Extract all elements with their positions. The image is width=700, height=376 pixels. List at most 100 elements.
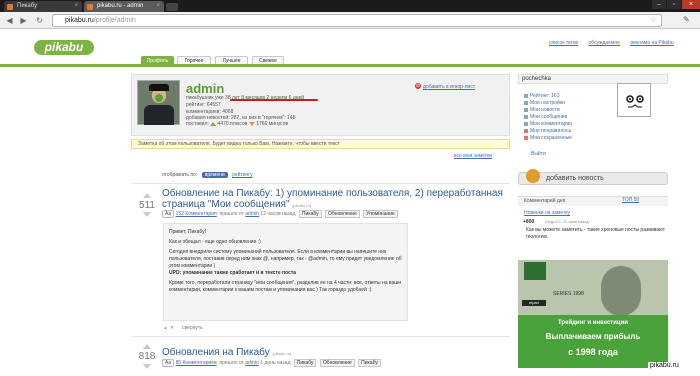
forward-icon[interactable]: ▶ [18, 15, 29, 26]
font-size-button[interactable]: Аа [162, 359, 175, 367]
sidebar-item-comments[interactable]: Мои комментарии [524, 121, 572, 127]
downvote-icon[interactable] [143, 212, 151, 217]
ad-series-text: SERIES 1998 [553, 291, 584, 297]
maximize-icon[interactable]: ▫ [667, 0, 681, 9]
wrench-icon[interactable]: ✎ [683, 15, 690, 24]
close-tab-icon[interactable]: × [156, 1, 160, 12]
comment-of-day-text: Как вы можете заметить - такие хреновые … [526, 227, 665, 240]
url-host: pikabu.ru [65, 17, 94, 24]
font-size-button[interactable]: Аа [162, 210, 175, 218]
new-tab-button[interactable] [166, 3, 178, 11]
sidebar-avatar [617, 83, 651, 117]
posted-by-label: : пришло от [216, 211, 244, 217]
minus-vote-icon [248, 121, 255, 126]
tag[interactable]: Пикабу [358, 359, 381, 367]
tag[interactable]: Обновление [325, 210, 360, 218]
comment-of-day-title: Комментарий дня [518, 196, 668, 206]
sidebar-item-liked[interactable]: Мне понравилось [524, 128, 571, 134]
top50-link[interactable]: ТОП 50 [622, 197, 639, 203]
post-body: Привет, Пикабу! Как и обещал - еще одно … [163, 223, 408, 321]
link-discussed[interactable]: обсуждаемое [588, 40, 619, 46]
user-note-field[interactable]: Заметка об этом пользователе. Будет видн… [131, 139, 510, 149]
saved-icon [524, 135, 528, 140]
tag[interactable]: Пикабу [298, 210, 322, 218]
add-news-icon[interactable] [526, 169, 540, 183]
divider [131, 336, 510, 337]
logout-link[interactable]: Выйти [531, 151, 546, 157]
profile-username: admin [186, 81, 225, 96]
author-link[interactable]: admin [245, 360, 259, 366]
browser-tab-admin[interactable]: pikabu.ru - admin × [84, 1, 164, 12]
site-header [0, 29, 700, 67]
sort-controls: отображать по: времени рейтингу [162, 172, 253, 178]
close-icon[interactable]: × [682, 0, 700, 9]
avatar [137, 80, 180, 125]
settings-icon [524, 100, 528, 105]
sort-by-rating-link[interactable]: рейтингу [232, 172, 253, 178]
posted-by-label: : пришло от [216, 360, 244, 366]
profile-rating: рейтинг: 64557 [186, 102, 221, 108]
comments-link[interactable]: 85 Комментариев [176, 360, 217, 366]
post-time: 12 часов назад [260, 211, 296, 217]
tab-title: pikabu.ru - admin [97, 3, 144, 9]
sidebar-item-label: Мои новости [530, 107, 560, 113]
reload-icon[interactable]: ↻ [34, 15, 45, 26]
sidebar-item-messages[interactable]: Мои сообщения [524, 114, 567, 120]
tag[interactable]: Пикабу [293, 359, 317, 367]
url-input[interactable]: pikabu.ru/profile/admin [52, 14, 662, 27]
upvote-icon[interactable] [143, 344, 151, 349]
ad-line-1: Трейдинг и инвестиции [558, 320, 628, 326]
sidebar-item-news[interactable]: Мои новости [524, 107, 560, 113]
ad-brand: elpari [522, 300, 546, 306]
votes-prefix: поставил: [186, 121, 209, 127]
upvote-icon[interactable] [143, 193, 151, 198]
all-notes-link[interactable]: все мои заметки [454, 153, 492, 159]
ignore-icon[interactable]: ⊘ [415, 83, 421, 89]
post-title[interactable]: Обновление на Пикабу: 1) упоминание поль… [162, 188, 507, 211]
favicon-icon [7, 4, 13, 10]
minimize-icon[interactable]: – [652, 0, 666, 9]
post-title-text[interactable]: Обновления на Пикабу [162, 347, 270, 358]
downvote-icon[interactable] [143, 364, 151, 369]
post-score: 818 [138, 351, 156, 362]
close-tab-icon[interactable]: × [74, 1, 78, 12]
comment-of-day-score: +800 [523, 219, 535, 225]
comment-of-day-link[interactable]: Новинки на заметку [524, 210, 570, 216]
comments-link[interactable]: 152 Комментария [176, 211, 217, 217]
divider [131, 183, 510, 184]
add-to-ignore-link[interactable]: добавить в игнор-лист [423, 84, 475, 90]
pikabu-logo[interactable]: pikabu [34, 40, 94, 55]
ad-logo-icon [524, 262, 546, 280]
tag[interactable]: Упоминание [363, 210, 398, 218]
browser-tab-pikabu[interactable]: Пикабу × [4, 1, 82, 12]
messages-icon [524, 114, 528, 119]
rating-icon [524, 93, 528, 98]
comment-of-day-user[interactable]: DingoCII, 22 часа назад [545, 219, 589, 224]
post-title[interactable]: Обновления на Пикабу [pikabu.ru] [162, 347, 507, 359]
bookmark-star-icon[interactable]: ☆ [650, 15, 657, 24]
tag[interactable]: Обновление [319, 359, 355, 367]
collapse-link[interactable]: свернуть [182, 325, 203, 331]
back-icon[interactable]: ◀ [4, 15, 15, 26]
heart-icon [524, 128, 528, 133]
votes-minus: 1766 минусов [256, 121, 289, 127]
ad-line-3: с 1998 года [568, 347, 618, 357]
sidebar-item-saved[interactable]: Мои сохраненные [524, 135, 572, 141]
sidebar-item-label: Мне понравилось [530, 128, 572, 134]
link-tags-list[interactable]: список тегов [549, 40, 578, 46]
mini-vote-icons[interactable]: ▲ ▼ [163, 325, 174, 331]
link-advertising[interactable]: реклама на Pikabu [630, 40, 673, 46]
sort-by-time-button[interactable]: времени [201, 172, 228, 178]
post-time: 1 день назад [260, 360, 291, 366]
post-title-text[interactable]: Обновление на Пикабу: 1) упоминание поль… [162, 188, 503, 210]
author-link[interactable]: admin [245, 211, 259, 217]
add-news-button[interactable]: добавить новость [518, 172, 668, 185]
tab-title: Пикабу [17, 3, 38, 9]
sidebar-item-settings[interactable]: Мои настройки [524, 100, 565, 106]
url-path: /profile/admin [93, 17, 136, 24]
sidebar-item-label: Мои настройки [530, 100, 565, 106]
post-paragraph: Привет, Пикабу! [169, 229, 207, 235]
post-score: 511 [139, 200, 155, 211]
address-bar-row: ◀ ▶ ↻ pikabu.ru/profile/admin ☆ [0, 12, 700, 29]
sidebar-item-label: Мои комментарии [530, 121, 573, 127]
